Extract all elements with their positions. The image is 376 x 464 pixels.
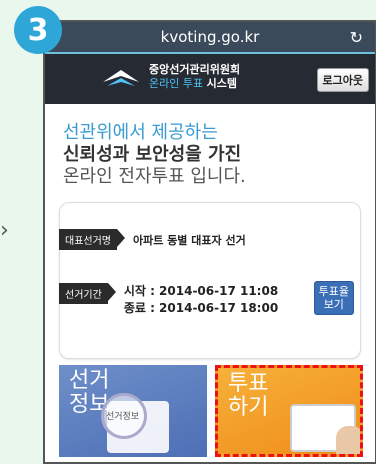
nec-logo-icon — [103, 70, 139, 86]
election-name: 아파트 동별 대표자 선거 — [133, 233, 246, 247]
election-name-tag: 대표선거명 — [59, 229, 125, 250]
vote-title-line1: 투표 — [228, 371, 269, 396]
election-period-row: 선거기간 시작 : 2014-06-17 11:08 종료 : 2014-06-… — [59, 283, 279, 317]
turnout-button[interactable]: 투표율 보기 — [313, 281, 354, 315]
system-name-prefix: 온라인 투표 — [149, 77, 204, 90]
turnout-button-line1: 투표율 — [318, 285, 349, 298]
election-name-row: 대표선거명 아파트 동별 대표자 선거 — [59, 229, 246, 250]
hand-icon — [336, 426, 360, 454]
hero-line3: 온라인 전자투표 입니다. — [63, 166, 246, 187]
hero-line2: 신뢰성과 보안성을 가진 — [63, 144, 242, 165]
election-start: 시작 : 2014-06-17 11:08 — [123, 284, 279, 298]
election-period-tag: 선거기간 — [59, 283, 116, 304]
election-card: 대표선거명 아파트 동별 대표자 선거 선거기간 시작 : 2014-06-17… — [59, 202, 361, 359]
system-name-suffix: 시스템 — [206, 77, 237, 90]
turnout-button-line2: 보기 — [323, 298, 344, 311]
vote-title-line2: 하기 — [228, 395, 269, 420]
app-header: 중앙선거관리위원회 온라인 투표 시스템 로그아웃 — [45, 52, 375, 104]
url-text: kvoting.go.kr — [160, 28, 260, 46]
hero-text: 선관위에서 제공하는 신뢰성과 보안성을 가진 온라인 전자투표 입니다. — [45, 104, 375, 188]
info-image-label: 선거정보 — [106, 412, 140, 422]
info-title-line1: 선거 — [69, 368, 110, 393]
hero-line1: 선관위에서 제공하는 — [63, 122, 218, 143]
url-bar[interactable]: kvoting.go.kr ↻ — [45, 22, 375, 52]
election-info-tile[interactable]: 선거 정보 선거정보 — [59, 365, 207, 457]
vote-tile[interactable]: 투표 하기 — [215, 365, 363, 457]
election-end: 종료 : 2014-06-17 18:00 — [123, 301, 279, 315]
vote-title: 투표 하기 — [228, 372, 268, 420]
refresh-icon[interactable]: ↻ — [350, 28, 363, 47]
phone-screen: kvoting.go.kr ↻ 중앙선거관리위원회 온라인 투표 시스템 로그아… — [43, 20, 376, 464]
logout-button[interactable]: 로그아웃 — [316, 68, 369, 92]
org-name: 중앙선거관리위원회 — [149, 63, 241, 76]
step-badge: 3 — [14, 6, 62, 54]
org-title: 중앙선거관리위원회 온라인 투표 시스템 — [149, 63, 240, 91]
chevron-right-icon: › — [0, 218, 9, 243]
